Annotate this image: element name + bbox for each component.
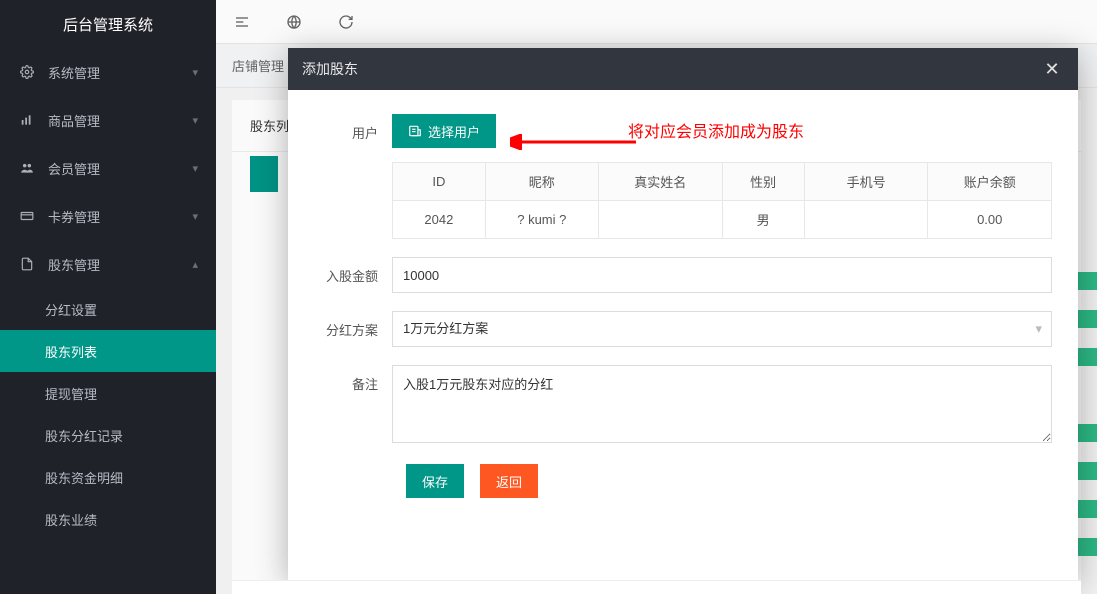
sidebar-group-label: 会员管理: [48, 159, 192, 178]
sidebar-item-fund-detail[interactable]: 股东资金明细: [0, 456, 216, 498]
sidebar-group-coupon[interactable]: 卡券管理 ▾: [0, 192, 216, 240]
stub: [1077, 424, 1097, 442]
remark-textarea[interactable]: [392, 365, 1052, 443]
chevron-down-icon: ▾: [192, 114, 198, 127]
td-id: 2042: [393, 201, 486, 239]
gear-icon: [18, 65, 36, 79]
th-id: ID: [393, 163, 486, 201]
label-plan: 分红方案: [314, 311, 392, 347]
breadcrumb-text: 店铺管理: [232, 56, 284, 75]
sidebar-group-product[interactable]: 商品管理 ▾: [0, 96, 216, 144]
td-realname: [598, 201, 722, 239]
sidebar-item-dividend-record[interactable]: 股东分红记录: [0, 414, 216, 456]
brand-title: 后台管理系统: [0, 0, 216, 48]
sidebar-item-shareholder-list[interactable]: 股东列表: [0, 330, 216, 372]
sidebar-item-label: 分红设置: [45, 300, 97, 319]
close-icon[interactable]: ✕: [1040, 59, 1064, 80]
sidebar-item-label: 股东分红记录: [45, 426, 123, 445]
sidebar-group-shareholder[interactable]: 股东管理 ▴: [0, 240, 216, 288]
sidebar-item-label: 提现管理: [45, 384, 97, 403]
stub: [1077, 500, 1097, 518]
td-balance: 0.00: [928, 201, 1052, 239]
table-header-row: ID 昵称 真实姓名 性别 手机号 账户余额: [393, 163, 1052, 201]
save-button[interactable]: 保存: [406, 464, 464, 498]
th-gender: 性别: [722, 163, 804, 201]
table-row: 2042 ? kumi ? 男 0.00: [393, 201, 1052, 239]
chart-bars-icon: [18, 113, 36, 127]
amount-input[interactable]: [392, 257, 1052, 293]
refresh-button[interactable]: [320, 0, 372, 44]
sidebar: 后台管理系统 系统管理 ▾ 商品管理 ▾ 会员管理 ▾ 卡券管理 ▾ 股东管理 …: [0, 0, 216, 594]
plan-select[interactable]: 1万元分红方案: [392, 311, 1052, 347]
sidebar-item-dividend-settings[interactable]: 分红设置: [0, 288, 216, 330]
modal-title: 添加股东: [302, 59, 1040, 79]
stub: [1077, 272, 1097, 290]
modal-body: 用户 选择用户 ID 昵称 真实姓名 性别: [288, 90, 1078, 580]
right-stubs: [1077, 272, 1097, 576]
globe-button[interactable]: [268, 0, 320, 44]
modal-header: 添加股东 ✕: [288, 48, 1078, 90]
bottom-row: [232, 580, 1081, 594]
chevron-down-icon: ▾: [192, 66, 198, 79]
th-nickname: 昵称: [485, 163, 598, 201]
select-user-icon: [408, 124, 422, 138]
back-button[interactable]: 返回: [480, 464, 538, 498]
user-table: ID 昵称 真实姓名 性别 手机号 账户余额 2042 ? kumi ?: [392, 162, 1052, 239]
toggle-sidebar-button[interactable]: [216, 0, 268, 44]
stub: [1077, 538, 1097, 556]
td-gender: 男: [722, 201, 804, 239]
th-phone: 手机号: [804, 163, 928, 201]
sidebar-item-performance[interactable]: 股东业绩: [0, 498, 216, 540]
th-realname: 真实姓名: [598, 163, 722, 201]
th-balance: 账户余额: [928, 163, 1052, 201]
sidebar-group-label: 卡券管理: [48, 207, 192, 226]
chevron-down-icon: ▾: [192, 162, 198, 175]
td-nickname: ? kumi ?: [485, 201, 598, 239]
label-amount: 入股金额: [314, 257, 392, 293]
stub: [1077, 310, 1097, 328]
card-icon: [18, 209, 36, 223]
label-user: 用户: [314, 114, 392, 239]
sidebar-group-system[interactable]: 系统管理 ▾: [0, 48, 216, 96]
stub: [1077, 348, 1097, 366]
sidebar-group-label: 商品管理: [48, 111, 192, 130]
sidebar-item-withdraw[interactable]: 提现管理: [0, 372, 216, 414]
document-icon: [18, 257, 36, 271]
select-user-button-label: 选择用户: [428, 122, 480, 141]
modal-add-shareholder: 添加股东 ✕ 用户 选择用户 ID 昵称: [288, 48, 1078, 580]
sidebar-group-label: 股东管理: [48, 255, 192, 274]
sidebar-item-label: 股东业绩: [45, 510, 97, 529]
stub: [1077, 462, 1097, 480]
label-remark: 备注: [314, 365, 392, 446]
sidebar-group-member[interactable]: 会员管理 ▾: [0, 144, 216, 192]
select-user-button[interactable]: 选择用户: [392, 114, 496, 148]
topbar: [216, 0, 1097, 44]
users-icon: [18, 161, 36, 175]
sidebar-item-label: 股东列表: [45, 342, 97, 361]
sidebar-item-label: 股东资金明细: [45, 468, 123, 487]
panel-action-button[interactable]: [250, 156, 278, 192]
sidebar-group-label: 系统管理: [48, 63, 192, 82]
td-phone: [804, 201, 928, 239]
chevron-up-icon: ▴: [192, 258, 198, 271]
chevron-down-icon: ▾: [192, 210, 198, 223]
